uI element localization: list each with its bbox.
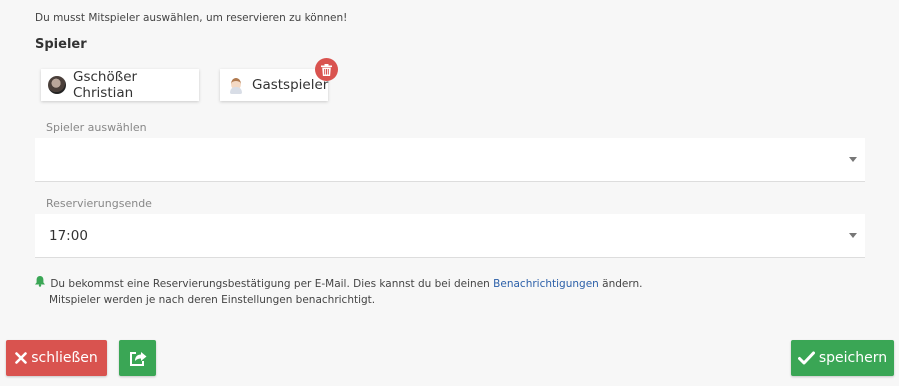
section-title-players: Spieler [35,37,87,52]
player-chip[interactable]: Gastspieler [220,69,328,101]
reservation-end-dropdown[interactable]: 17:00 [35,214,865,258]
share-button[interactable] [119,340,156,376]
warning-notice: Du musst Mitspieler auswählen, um reserv… [35,12,348,24]
info-text-line2: Mitspieler werden je nach deren Einstell… [49,294,376,306]
player-name: Gastspieler [252,77,329,93]
player-select-label: Spieler auswählen [46,121,147,134]
trash-icon [321,63,332,76]
bell-icon [35,276,48,290]
user-photo-icon [48,76,66,94]
close-icon [15,352,28,364]
reservation-end-label: Reservierungsende [46,197,152,210]
notification-info: Du bekommst eine Reservierungsbestätigun… [35,276,643,308]
reservation-end-value: 17:00 [49,227,88,244]
close-button-label: schließen [31,350,98,366]
check-icon [797,351,815,365]
caret-down-icon [849,157,857,162]
remove-player-button[interactable] [315,58,338,81]
player-select-dropdown[interactable] [35,138,865,182]
caret-down-icon [849,233,857,238]
info-text-end: ändern. [598,278,643,290]
info-text: Du bekommst eine Reservierungsbestätigun… [50,278,494,290]
save-button-label: speichern [818,350,888,366]
share-icon [128,349,148,367]
notifications-link[interactable]: Benachrichtigungen [493,278,599,290]
guest-user-icon [227,76,245,94]
save-button[interactable]: speichern [791,340,894,376]
player-name: Gschößer Christian [73,69,138,101]
close-button[interactable]: schließen [6,340,107,376]
player-chip[interactable]: Gschößer Christian [41,69,199,101]
